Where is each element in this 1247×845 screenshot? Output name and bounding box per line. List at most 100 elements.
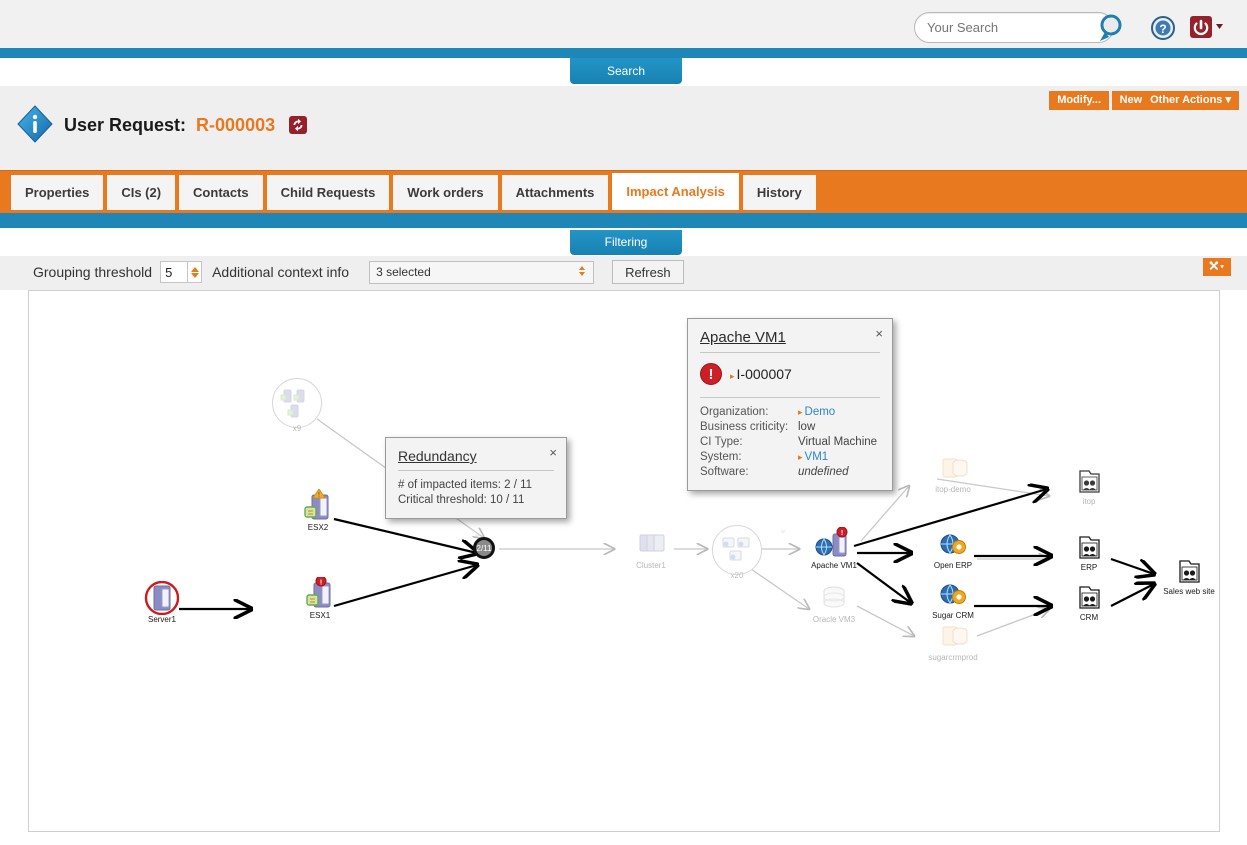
graph-tools-button[interactable] [1203, 258, 1231, 276]
tab-history[interactable]: History [741, 174, 817, 210]
field-business-criticity: Business criticity: low [700, 420, 880, 435]
help-question-icon[interactable]: ? [1151, 16, 1175, 40]
business-process-icon [1152, 553, 1219, 587]
tab-properties[interactable]: Properties [10, 174, 105, 210]
additional-context-select[interactable]: 3 selected [369, 260, 595, 284]
app-icon [916, 527, 990, 561]
graph-node-label: Open ERP [933, 561, 973, 570]
stepper-down-icon[interactable] [190, 272, 199, 278]
critical-threshold-line: Critical threshold: 10 / 11 [398, 494, 525, 506]
tab-contacts[interactable]: Contacts [178, 174, 264, 210]
graph-node-label: itop-demo [935, 485, 971, 494]
page-title: User Request: R-000003 [16, 104, 308, 146]
filter-controls: Grouping threshold Additional context in… [33, 260, 684, 284]
graph-node-sugar-crm[interactable]: Sugar CRM [916, 577, 990, 621]
database-icon [797, 581, 871, 615]
graph-group-x9-label: x9 [292, 424, 302, 433]
graph-node-label: sugarcrmprod [928, 653, 978, 662]
grouping-threshold-input[interactable] [160, 261, 189, 283]
redundancy-tooltip[interactable]: Redundancy × # of impacted items: 2 / 11… [385, 437, 567, 538]
svg-text:?: ? [1159, 22, 1166, 36]
refresh-icon[interactable] [289, 116, 308, 134]
apache-vm1-tooltip[interactable]: Apache VM1 × ! ▸ I-000007 Organization: ▸… [687, 318, 893, 534]
close-icon[interactable]: × [875, 327, 883, 340]
additional-context-value: 3 selected [376, 265, 431, 279]
tab-attachments[interactable]: Attachments [500, 174, 610, 210]
graph-node-cluster1[interactable]: Cluster1 [614, 527, 688, 571]
graph-node-label: ESX2 [307, 523, 329, 532]
graph-node-crm[interactable]: CRM [1052, 579, 1126, 623]
tools-wrench-icon [1209, 261, 1225, 270]
other-actions-label: Other Actions [1150, 94, 1223, 106]
tab-filtering[interactable]: Filtering [570, 230, 682, 255]
grouping-threshold-stepper[interactable] [188, 261, 203, 283]
field-key: Organization: [700, 406, 769, 418]
graph-node-open-erp[interactable]: Open ERP [916, 527, 990, 571]
apache-vm1-ticket-row[interactable]: ! ▸ I-000007 [688, 353, 892, 395]
graph-node-esx2[interactable]: ! ESX2 [281, 488, 355, 533]
power-logout-icon[interactable] [1189, 15, 1227, 39]
triangle-bullet-icon: ▸ [730, 371, 735, 381]
field-system: System: ▸ VM1 [700, 450, 880, 465]
graph-node-label: ERP [1080, 563, 1098, 572]
graph-node-label: Cluster1 [636, 561, 666, 570]
esx-warning-icon: ! [281, 488, 355, 523]
field-key: System: [700, 451, 742, 463]
modify-button[interactable]: Modify... [1049, 91, 1109, 110]
graph-node-label: itop [1082, 497, 1096, 506]
db-app-icon [916, 619, 990, 653]
graph-group-x9[interactable] [272, 378, 322, 428]
refresh-button[interactable]: Refresh [612, 260, 684, 284]
top-bar: ? [0, 0, 1247, 48]
tab-impact-analysis[interactable]: Impact Analysis [611, 172, 740, 210]
svg-text:!: ! [320, 579, 322, 586]
graph-node-label: Apache VM1 [811, 561, 857, 570]
triangle-bullet-icon: ▸ [798, 452, 803, 462]
additional-context-label: Additional context info [212, 264, 350, 280]
search-input[interactable] [914, 12, 1114, 43]
graph-node-label: Oracle VM3 [812, 615, 856, 624]
graph-group-x20[interactable] [712, 525, 762, 575]
stepper-up-icon[interactable] [190, 266, 199, 272]
filter-blue-band [0, 213, 1247, 228]
graph-node-sugarcrmprod[interactable]: sugarcrmprod [916, 619, 990, 663]
esx-critical-icon: ! [283, 575, 357, 611]
tab-work-orders[interactable]: Work orders [392, 174, 499, 210]
tab-cis[interactable]: CIs (2) [106, 174, 177, 210]
page-title-prefix: User Request: [64, 114, 187, 135]
info-diamond-icon [17, 105, 53, 143]
redundancy-badge-label: 2/11 [476, 543, 492, 553]
graph-node-itop-demo[interactable]: itop-demo [916, 451, 990, 495]
apache-vm1-ticket-label: I-000007 [736, 366, 792, 382]
db-app-icon [916, 451, 990, 485]
apache-vm1-tooltip-title: Apache VM1 [700, 329, 786, 346]
cluster-icon [614, 527, 688, 561]
svg-text:!: ! [841, 530, 843, 537]
magnifier-icon[interactable] [1097, 13, 1127, 45]
graph-node-label: Server1 [147, 615, 176, 624]
header-blue-band [0, 48, 1247, 58]
tab-search[interactable]: Search [570, 58, 682, 84]
graph-node-itop[interactable]: itop [1052, 463, 1126, 507]
field-key: CI Type: [700, 436, 743, 448]
graph-node-oracle-vm3[interactable]: Oracle VM3 [797, 581, 871, 625]
close-icon[interactable]: × [549, 446, 557, 459]
other-actions-button[interactable]: Other Actions ▾ [1142, 91, 1239, 110]
graph-node-sales-web-site[interactable]: Sales web site [1152, 553, 1219, 597]
graph-node-erp[interactable]: ERP [1052, 529, 1126, 573]
error-exclamation-icon: ! [700, 363, 722, 385]
redundancy-tooltip-body: # of impacted items: 2 / 11 Critical thr… [386, 471, 566, 518]
field-value[interactable]: ▸ Demo [798, 405, 835, 420]
grouping-threshold-label: Grouping threshold [33, 264, 153, 280]
triangle-bullet-icon: ▸ [798, 407, 803, 417]
apache-vm1-ticket[interactable]: ▸ I-000007 [730, 366, 792, 382]
chevron-updown-icon [579, 265, 586, 276]
redundancy-tooltip-title: Redundancy [398, 448, 477, 464]
impact-analysis-graph[interactable]: x9 Server1 ! ESX2 ! ESX1 2/11 Cluster1 x… [28, 290, 1220, 832]
graph-node-server1[interactable]: Server1 [125, 580, 199, 625]
field-value[interactable]: ▸ VM1 [798, 450, 828, 465]
tab-child-requests[interactable]: Child Requests [265, 174, 391, 210]
graph-node-esx1[interactable]: ! ESX1 [283, 575, 357, 621]
graph-node-apache-vm1[interactable]: ! Apache VM1 [797, 526, 871, 571]
server-critical-icon [125, 580, 199, 616]
